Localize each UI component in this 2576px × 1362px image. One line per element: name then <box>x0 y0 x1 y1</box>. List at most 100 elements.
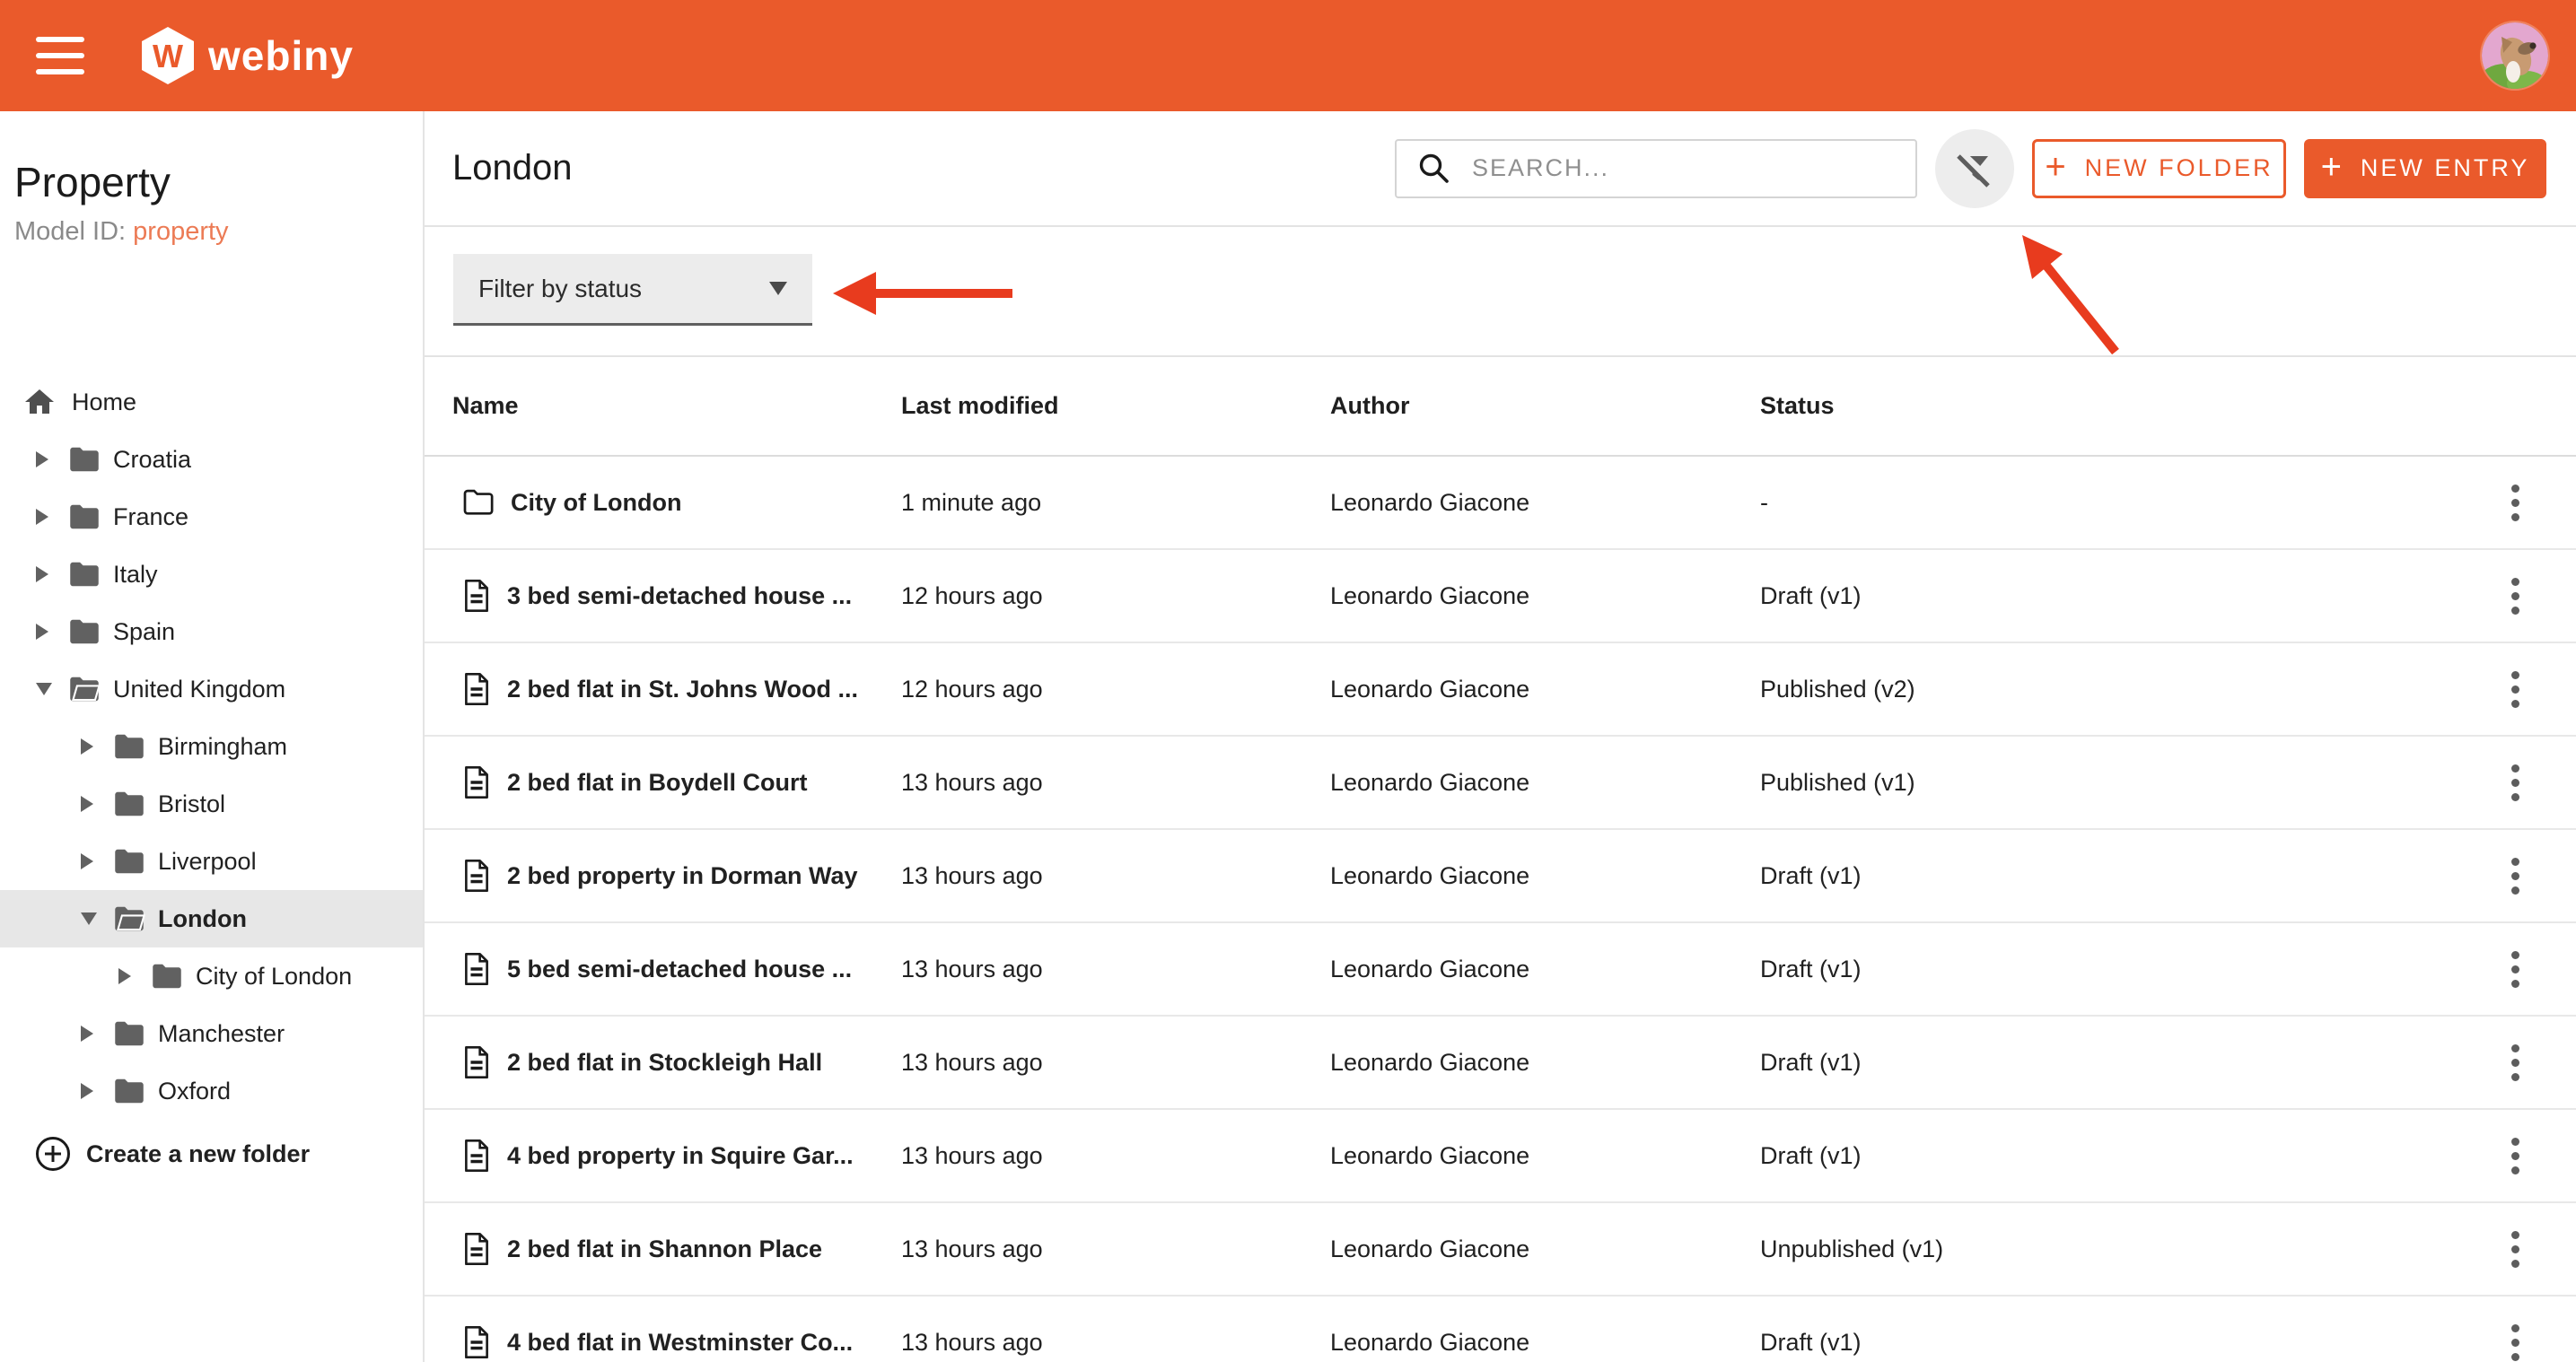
row-menu-button[interactable] <box>2502 1222 2528 1277</box>
caret-right-icon[interactable] <box>81 796 99 812</box>
caret-right-icon[interactable] <box>118 968 136 984</box>
sidebar-item-home[interactable]: Home <box>0 373 423 431</box>
row-menu-button[interactable] <box>2502 1129 2528 1183</box>
entry-author: Leonardo Giacone <box>1330 1141 1530 1169</box>
table-row[interactable]: 2 bed flat in Boydell Court 13 hours ago… <box>425 737 2576 830</box>
tree-item-oxford[interactable]: Oxford <box>0 1062 423 1120</box>
hamburger-menu-icon[interactable] <box>36 37 84 74</box>
entry-name-cell: 3 bed semi-detached house ... <box>452 579 901 613</box>
tree-item-liverpool[interactable]: Liverpool <box>0 833 423 890</box>
filter-toggle-button[interactable] <box>1935 128 2014 208</box>
table-row[interactable]: 5 bed semi-detached house ... 13 hours a… <box>425 923 2576 1017</box>
folder-open-icon <box>112 905 146 932</box>
webiny-logo[interactable]: W webiny <box>142 27 354 84</box>
tree-item-label: Oxford <box>158 1077 232 1104</box>
table-row[interactable]: 2 bed property in Dorman Way 13 hours ag… <box>425 830 2576 923</box>
main-header: London + <box>425 111 2576 227</box>
table-row[interactable]: 2 bed flat in St. Johns Wood ... 12 hour… <box>425 643 2576 737</box>
svg-text:W: W <box>153 38 183 74</box>
caret-down-icon[interactable] <box>36 683 54 695</box>
entry-status: Published (v1) <box>1760 768 1915 796</box>
header-actions: + NEW FOLDER + NEW ENTRY <box>1395 128 2546 208</box>
caret-right-icon[interactable] <box>36 509 54 525</box>
document-icon <box>462 1325 491 1359</box>
row-menu-button[interactable] <box>2502 942 2528 997</box>
caret-right-icon[interactable] <box>81 1026 99 1042</box>
tree-item-italy[interactable]: Italy <box>0 546 423 603</box>
tree-item-united-kingdom[interactable]: United Kingdom <box>0 660 423 718</box>
entry-author: Leonardo Giacone <box>1330 1235 1530 1262</box>
folder-icon <box>67 446 101 473</box>
tree-item-label: United Kingdom <box>113 675 286 703</box>
model-id-line: Model ID: property <box>14 217 423 247</box>
row-menu-button[interactable] <box>2502 1315 2528 1362</box>
document-icon <box>462 1045 491 1079</box>
table-header-row: Name Last modified Author Status <box>425 357 2576 457</box>
create-new-folder-button[interactable]: Create a new folder <box>0 1125 423 1183</box>
entry-status: Draft (v1) <box>1760 581 1862 609</box>
row-menu-button[interactable] <box>2502 849 2528 904</box>
search-box <box>1395 138 1917 198</box>
tree-item-birmingham[interactable]: Birmingham <box>0 718 423 775</box>
entry-author: Leonardo Giacone <box>1330 581 1530 609</box>
user-avatar[interactable] <box>2482 22 2548 89</box>
row-menu-button[interactable] <box>2502 1035 2528 1090</box>
row-menu-button[interactable] <box>2502 755 2528 810</box>
tree-item-manchester[interactable]: Manchester <box>0 1005 423 1062</box>
model-id-label: Model ID: <box>14 217 127 246</box>
new-entry-label: NEW ENTRY <box>2360 154 2530 181</box>
filter-by-status-select[interactable]: Filter by status <box>453 254 812 326</box>
table-row[interactable]: 4 bed flat in Westminster Co... 13 hours… <box>425 1297 2576 1362</box>
tree-item-city-of-london[interactable]: City of London <box>0 947 423 1005</box>
row-menu-button[interactable] <box>2502 569 2528 624</box>
folder-icon <box>112 1078 146 1104</box>
caret-right-icon[interactable] <box>81 738 99 755</box>
tree-item-bristol[interactable]: Bristol <box>0 775 423 833</box>
folder-icon <box>67 503 101 530</box>
document-icon <box>462 1139 491 1173</box>
table-row[interactable]: 4 bed property in Squire Gar... 13 hours… <box>425 1110 2576 1203</box>
new-folder-button[interactable]: + NEW FOLDER <box>2032 138 2286 198</box>
entry-name: 3 bed semi-detached house ... <box>507 581 853 609</box>
entry-name: 2 bed flat in Boydell Court <box>507 768 808 796</box>
entry-author: Leonardo Giacone <box>1330 1328 1530 1356</box>
search-icon <box>1419 153 1449 183</box>
table-row[interactable]: 2 bed flat in Shannon Place 13 hours ago… <box>425 1203 2576 1297</box>
model-id-link[interactable]: property <box>133 217 228 246</box>
caret-down-icon[interactable] <box>81 912 99 925</box>
entry-name-cell: City of London <box>452 489 901 517</box>
folder-icon <box>112 733 146 760</box>
folders-sidebar: Property Model ID: property Home Croatia <box>0 111 425 1362</box>
filter-by-status-label: Filter by status <box>478 274 643 302</box>
folder-icon <box>67 618 101 645</box>
search-input[interactable] <box>1470 153 1915 183</box>
table-row[interactable]: 3 bed semi-detached house ... 12 hours a… <box>425 550 2576 643</box>
caret-right-icon[interactable] <box>36 451 54 467</box>
folder-outline-icon <box>462 489 495 516</box>
table-row[interactable]: City of London 1 minute ago Leonardo Gia… <box>425 457 2576 550</box>
entry-modified: 13 hours ago <box>901 861 1043 889</box>
new-entry-button[interactable]: + NEW ENTRY <box>2304 138 2546 198</box>
tree-item-london[interactable]: London <box>0 890 423 947</box>
document-icon <box>462 859 491 893</box>
sidebar-item-label: Home <box>72 388 137 415</box>
caret-right-icon[interactable] <box>36 624 54 640</box>
tree-item-spain[interactable]: Spain <box>0 603 423 660</box>
tree-item-croatia[interactable]: Croatia <box>0 431 423 488</box>
row-menu-button[interactable] <box>2502 476 2528 530</box>
tree-item-label: Manchester <box>158 1019 285 1047</box>
caret-right-icon[interactable] <box>81 853 99 869</box>
entry-name: 2 bed flat in Shannon Place <box>507 1235 823 1262</box>
folder-tree: Home Croatia France Italy Spain United K… <box>0 373 423 1120</box>
entry-name-cell: 2 bed property in Dorman Way <box>452 859 901 893</box>
caret-right-icon[interactable] <box>81 1083 99 1099</box>
entry-name: City of London <box>511 488 682 516</box>
table-row[interactable]: 2 bed flat in Stockleigh Hall 13 hours a… <box>425 1017 2576 1110</box>
caret-right-icon[interactable] <box>36 566 54 582</box>
entry-modified: 12 hours ago <box>901 581 1043 609</box>
entry-modified: 13 hours ago <box>901 1141 1043 1169</box>
model-title: Property <box>14 159 171 205</box>
entry-status: Draft (v1) <box>1760 1328 1862 1356</box>
row-menu-button[interactable] <box>2502 662 2528 717</box>
tree-item-france[interactable]: France <box>0 488 423 546</box>
